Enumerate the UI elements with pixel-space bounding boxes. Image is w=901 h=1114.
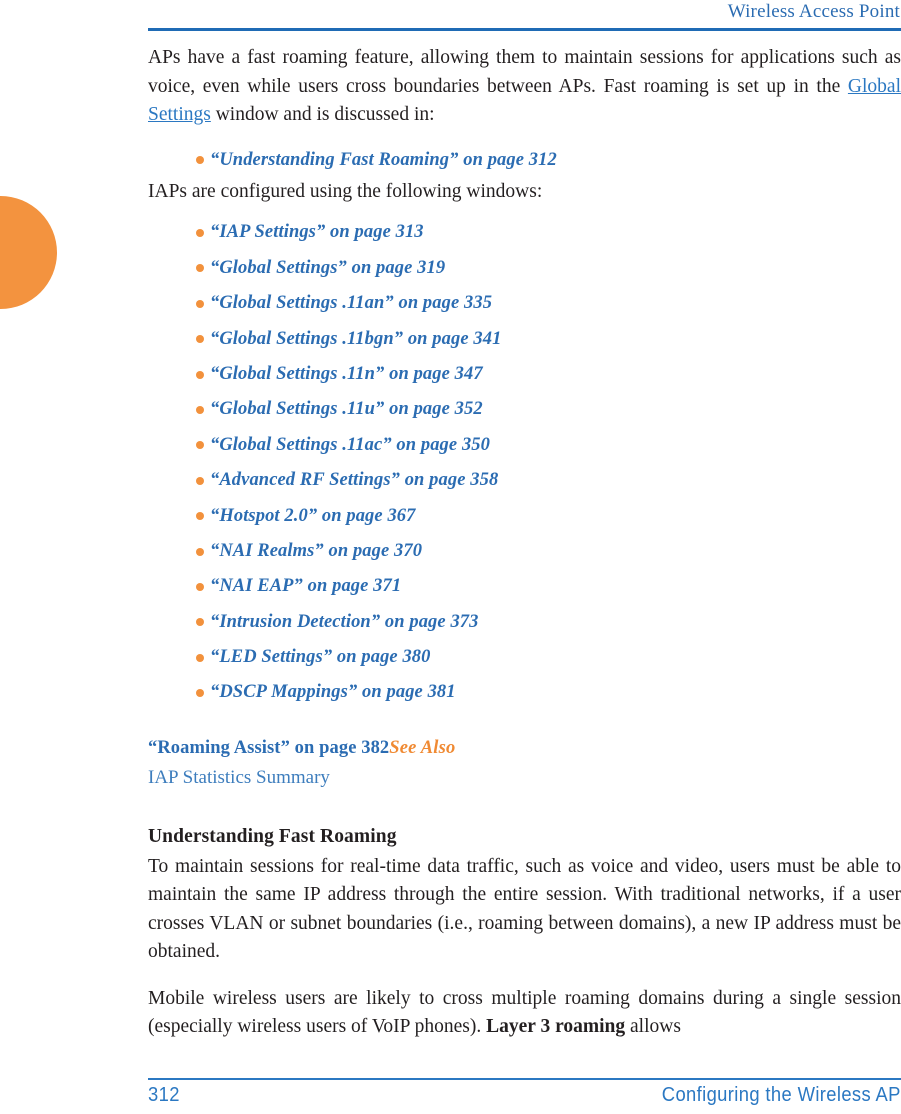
list-item[interactable]: “IAP Settings” on page 313	[148, 215, 901, 250]
cross-reference-link[interactable]: “Global Settings .11ac” on page 350	[210, 435, 490, 455]
page-footer: 312 Configuring the Wireless AP	[148, 1078, 901, 1114]
page-content: APs have a fast roaming feature, allowin…	[148, 40, 901, 1042]
roaming-assist-line: “Roaming Assist” on page 382See Also	[148, 733, 901, 763]
footer-page-number: 312	[148, 1084, 180, 1106]
list-item[interactable]: “Advanced RF Settings” on page 358	[148, 463, 901, 498]
bullet-dot-icon	[196, 512, 204, 521]
list-item[interactable]: “Hotspot 2.0” on page 367	[148, 499, 901, 534]
footer-chapter-title: Configuring the Wireless AP	[661, 1084, 901, 1106]
list-item[interactable]: “Global Settings .11bgn” on page 341	[148, 322, 901, 357]
cross-reference-link[interactable]: “Global Settings” on page 319	[210, 258, 445, 278]
cross-reference-link[interactable]: “Advanced RF Settings” on page 358	[210, 470, 498, 490]
intro-paragraph: APs have a fast roaming feature, allowin…	[148, 44, 901, 130]
bullet-dot-icon	[196, 441, 204, 450]
iap-configured-line: IAPs are configured using the following …	[148, 180, 543, 202]
header-rule	[148, 28, 901, 31]
bullet-dot-icon	[196, 653, 204, 662]
bullet-dot-icon	[196, 229, 204, 238]
bullet-dot-icon	[196, 156, 204, 165]
bullet-dot-icon	[196, 370, 204, 379]
running-header-title: Wireless Access Point	[727, 1, 900, 22]
list-item[interactable]: “Global Settings .11u” on page 352	[148, 392, 901, 427]
list-item[interactable]: “NAI Realms” on page 370	[148, 534, 901, 569]
mobile-text-after-bold: allows	[625, 1016, 681, 1038]
list-item[interactable]: “Global Settings .11ac” on page 350	[148, 428, 901, 463]
bullet-dot-icon	[196, 618, 204, 627]
list-item[interactable]: “LED Settings” on page 380	[148, 640, 901, 675]
cross-reference-link[interactable]: “Hotspot 2.0” on page 367	[210, 506, 416, 526]
intro-text-before-link: APs have a fast roaming feature, allowin…	[148, 47, 901, 97]
iap-statistics-summary-link[interactable]: IAP Statistics Summary	[148, 763, 901, 793]
list-item[interactable]: “Global Settings .11n” on page 347	[148, 357, 901, 392]
cross-reference-link[interactable]: “Global Settings .11u” on page 352	[210, 399, 483, 419]
cross-reference-link[interactable]: “Global Settings .11bgn” on page 341	[210, 329, 501, 349]
list-item[interactable]: “Intrusion Detection” on page 373	[148, 605, 901, 640]
cross-reference-list-primary: “Understanding Fast Roaming” on page 312	[148, 143, 901, 178]
see-also-block: “Roaming Assist” on page 382See Also IAP…	[148, 733, 901, 793]
footer-row: 312 Configuring the Wireless AP	[148, 1080, 901, 1114]
list-item[interactable]: “Global Settings .11an” on page 335	[148, 286, 901, 321]
list-item[interactable]: “Global Settings” on page 319	[148, 251, 901, 286]
list-item[interactable]: “DSCP Mappings” on page 381	[148, 675, 901, 710]
bullet-dot-icon	[196, 547, 204, 556]
bullet-dot-icon	[196, 299, 204, 308]
list-item[interactable]: “Understanding Fast Roaming” on page 312	[148, 143, 901, 178]
cross-reference-link[interactable]: “NAI EAP” on page 371	[210, 576, 401, 596]
bullet-dot-icon	[196, 689, 204, 698]
bullet-dot-icon	[196, 264, 204, 273]
cross-reference-list-windows: “IAP Settings” on page 313 “Global Setti…	[148, 215, 901, 710]
intro-text-after-link: window and is discussed in:	[210, 104, 435, 125]
thumb-tab-marker	[0, 196, 57, 309]
section-heading: Understanding Fast Roaming	[148, 825, 397, 847]
roaming-assist-link[interactable]: “Roaming Assist” on page 382	[148, 738, 389, 758]
cross-reference-link[interactable]: “IAP Settings” on page 313	[210, 222, 424, 242]
bullet-dot-icon	[196, 476, 204, 485]
see-also-label: See Also	[389, 737, 456, 758]
bullet-dot-icon	[196, 335, 204, 344]
bullet-dot-icon	[196, 406, 204, 415]
bullet-dot-icon	[196, 582, 204, 591]
page-header: Wireless Access Point	[148, 0, 901, 31]
cross-reference-link[interactable]: “Understanding Fast Roaming” on page 312	[210, 150, 557, 170]
paragraph-mobile-users: Mobile wireless users are likely to cros…	[148, 985, 901, 1042]
list-item[interactable]: “NAI EAP” on page 371	[148, 569, 901, 604]
cross-reference-link[interactable]: “Global Settings .11n” on page 347	[210, 364, 483, 384]
cross-reference-link[interactable]: “DSCP Mappings” on page 381	[210, 682, 456, 702]
paragraph-maintain-sessions: To maintain sessions for real-time data …	[148, 855, 901, 963]
layer-3-roaming-term: Layer 3 roaming	[486, 1016, 626, 1038]
cross-reference-link[interactable]: “Global Settings .11an” on page 335	[210, 293, 492, 313]
cross-reference-link[interactable]: “NAI Realms” on page 370	[210, 541, 422, 561]
cross-reference-link[interactable]: “Intrusion Detection” on page 373	[210, 612, 479, 632]
cross-reference-link[interactable]: “LED Settings” on page 380	[210, 647, 431, 667]
